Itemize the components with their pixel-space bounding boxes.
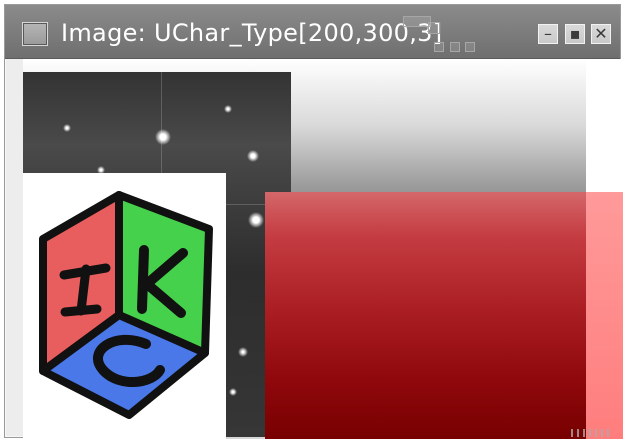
logo-panel — [23, 173, 226, 439]
maximize-button[interactable]: ▪ — [565, 24, 585, 44]
ikc-cube-logo-icon — [39, 191, 213, 419]
checkbox-icon[interactable] — [22, 22, 48, 46]
red-gradient-panel — [265, 192, 623, 439]
close-button[interactable]: ✕ — [591, 24, 611, 44]
image-canvas — [23, 59, 623, 439]
image-window: Image: UChar_Type[200,300,3] – ▪ ✕ — [4, 4, 623, 439]
resize-grip[interactable] — [571, 429, 611, 437]
window-titlebar[interactable]: Image: UChar_Type[200,300,3] – ▪ ✕ — [5, 5, 620, 59]
titlebar-ghost-icon — [403, 13, 485, 53]
minimize-button[interactable]: – — [538, 24, 558, 44]
